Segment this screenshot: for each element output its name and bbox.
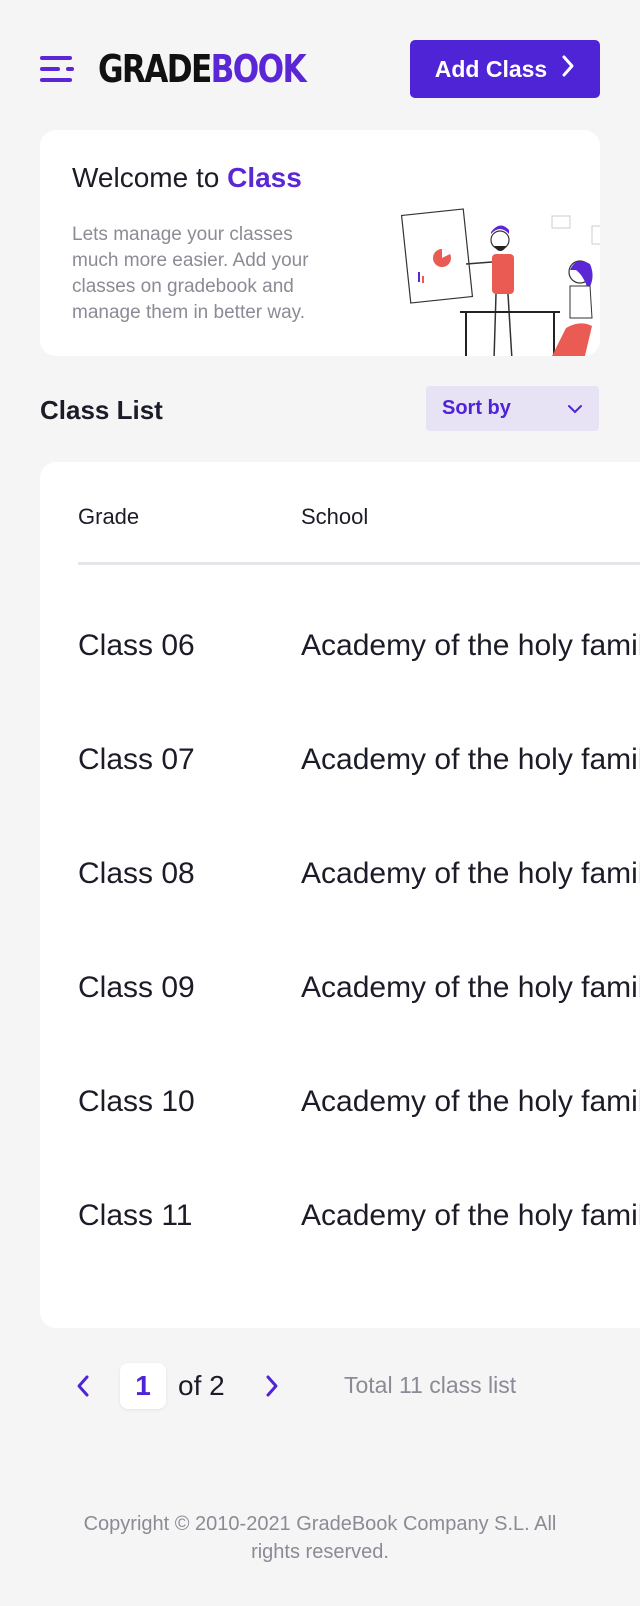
table-row[interactable]: Class 08 Academy of the holy family [40, 844, 640, 904]
current-page-input[interactable]: 1 [120, 1363, 166, 1409]
sort-label: Sort by [442, 397, 511, 419]
row-grade: Class 06 [78, 629, 195, 662]
welcome-card: Welcome to Class Lets manage your classe… [40, 130, 600, 356]
row-school: Academy of the holy family [301, 857, 640, 890]
page-count: of 2 [178, 1370, 225, 1401]
class-list-title: Class List [40, 395, 163, 425]
chevron-right-icon[interactable] [259, 1373, 285, 1399]
header: GRADEBOOK Add Class [40, 40, 600, 98]
row-grade: Class 11 [78, 1199, 193, 1232]
pagination: 1 of 2 [70, 1363, 285, 1409]
logo-text-grade: GRADE [98, 47, 212, 91]
row-school: Academy of the holy family [301, 971, 640, 1004]
table-row[interactable]: Class 06 Academy of the holy family [40, 616, 640, 676]
table-row[interactable]: Class 09 Academy of the holy family [40, 958, 640, 1018]
gradebook-logo[interactable]: GRADEBOOK [98, 47, 307, 91]
row-school: Academy of the holy family [301, 743, 640, 776]
add-class-label: Add Class [434, 55, 548, 82]
table-row[interactable]: Class 11 Academy of the holy family [40, 1186, 640, 1246]
row-school: Academy of the holy family [301, 1085, 640, 1118]
menu-icon[interactable] [40, 51, 76, 87]
chevron-down-icon [567, 397, 583, 420]
total-count: Total 11 class list [344, 1372, 517, 1398]
class-table: Grade School Class 06 Academy of the hol… [40, 462, 640, 1328]
chevron-right-icon [561, 55, 575, 83]
row-school: Academy of the holy family [301, 1199, 640, 1232]
row-grade: Class 09 [78, 971, 195, 1004]
row-grade: Class 08 [78, 857, 195, 890]
table-row[interactable]: Class 07 Academy of the holy family [40, 730, 640, 790]
brand: GRADEBOOK [40, 50, 350, 88]
column-header-grade[interactable]: Grade [78, 504, 139, 530]
row-grade: Class 07 [78, 743, 195, 776]
add-class-button[interactable]: Add Class [410, 40, 600, 98]
welcome-title-accent: Class [227, 162, 302, 193]
row-grade: Class 10 [78, 1085, 195, 1118]
teacher-illustration [400, 208, 600, 356]
sort-dropdown[interactable]: Sort by [426, 386, 599, 431]
chevron-left-icon[interactable] [70, 1373, 96, 1399]
footer-copyright: Copyright © 2010-2021 GradeBook Company … [83, 1513, 557, 1563]
column-header-school[interactable]: School [301, 504, 368, 530]
welcome-title-prefix: Welcome to [72, 162, 220, 193]
welcome-title: Welcome to Class [72, 162, 302, 194]
welcome-description: Lets manage your classes much more easie… [72, 224, 309, 323]
header-divider [78, 562, 640, 565]
row-school: Academy of the holy family [301, 629, 640, 662]
table-row[interactable]: Class 10 Academy of the holy family [40, 1072, 640, 1132]
logo-text-book: BOOK [210, 47, 307, 91]
